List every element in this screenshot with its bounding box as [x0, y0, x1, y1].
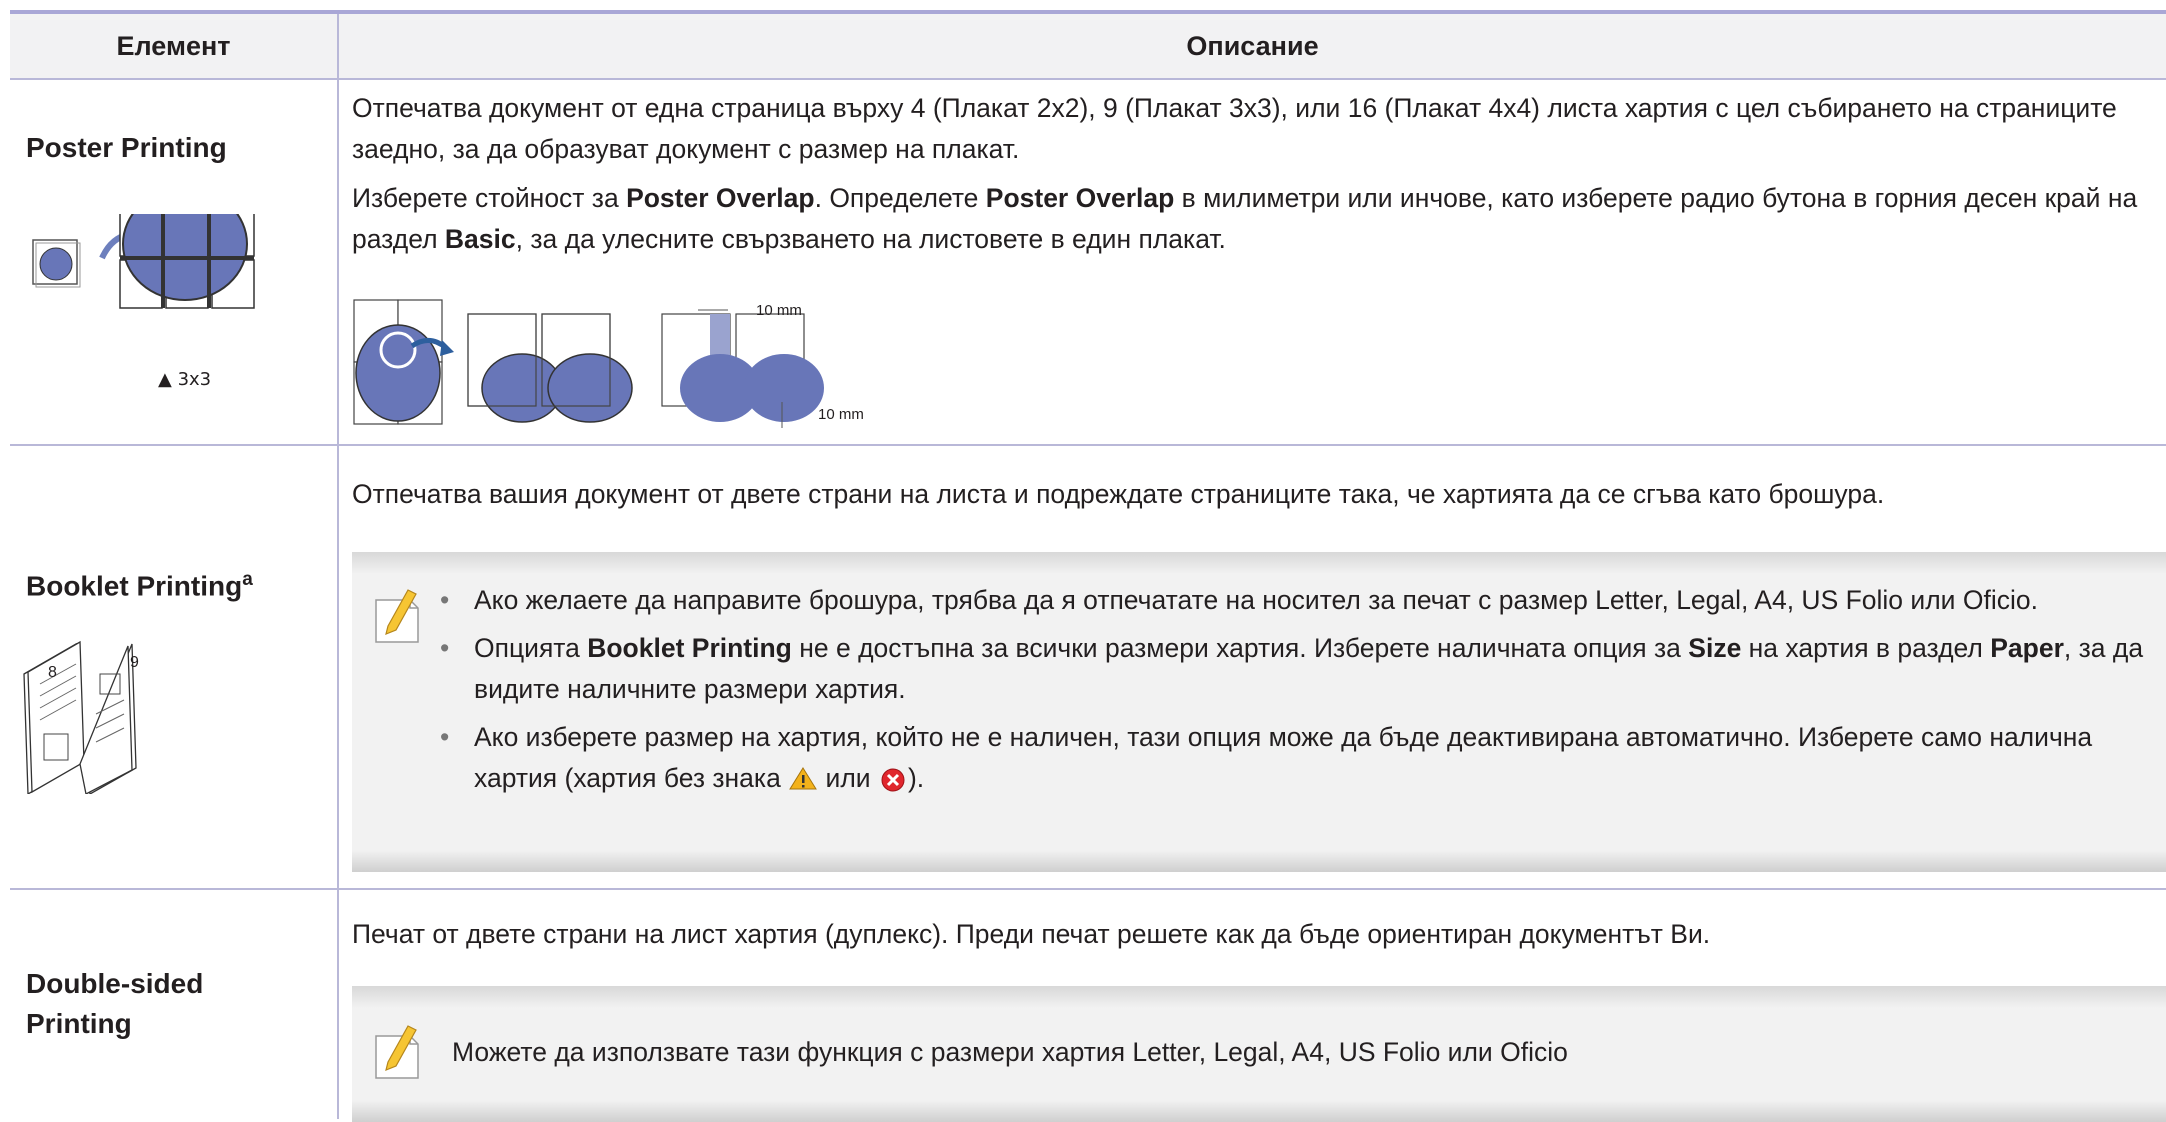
table-header: Елемент Описание: [10, 14, 2166, 80]
poster-grid-caption: ▲ 3x3: [158, 369, 212, 390]
booklet-page-left: 8: [48, 664, 57, 681]
overlap-horizontal-label: 10 mm: [756, 302, 802, 319]
double-sided-note-box: Можете да използвате тази функция с разм…: [352, 986, 2166, 1122]
list-item: • Опцията Booklet Printing не е достъпна …: [440, 633, 2144, 704]
overlap-vertical-label: 10 mm: [818, 406, 864, 423]
booklet-description: Отпечатва вашия документ от двете страни…: [352, 479, 1885, 509]
list-item: • Ако изберете размер на хартия, който не…: [440, 722, 2093, 793]
double-sided-printing-label: Double-sided Printing: [26, 968, 204, 1039]
error-icon: [881, 768, 905, 792]
note-pencil-icon: [375, 589, 419, 643]
row-divider-2: [10, 888, 2166, 890]
booklet-note-list: • Ако желаете да направите брошура, трябв…: [434, 580, 2154, 799]
header-description: Описание: [1186, 31, 1319, 61]
note-pencil-icon: [375, 1025, 419, 1079]
poster-description-2: Изберете стойност за Poster Overlap. Опр…: [352, 183, 2138, 254]
double-sided-note-text: Можете да използвате тази функция с разм…: [452, 1037, 1568, 1067]
poster-printing-label: Poster Printing: [26, 132, 227, 163]
row-divider-1: [10, 444, 2166, 446]
booklet-page-right: 9: [130, 654, 139, 671]
column-divider: [337, 14, 339, 1119]
list-item: • Ако желаете да направите брошура, трябв…: [440, 585, 2038, 615]
booklet-note-box: • Ако желаете да направите брошура, трябв…: [352, 552, 2166, 872]
header-element: Елемент: [116, 31, 231, 61]
poster-description-1: Отпечатва документ от една страница върх…: [352, 93, 2117, 164]
booklet-printing-label: Booklet Printinga: [26, 569, 253, 602]
booklet-illustration: [23, 640, 137, 794]
double-sided-description: Печат от двете страни на лист хартия (ду…: [352, 919, 1711, 949]
warning-icon: [789, 767, 818, 790]
